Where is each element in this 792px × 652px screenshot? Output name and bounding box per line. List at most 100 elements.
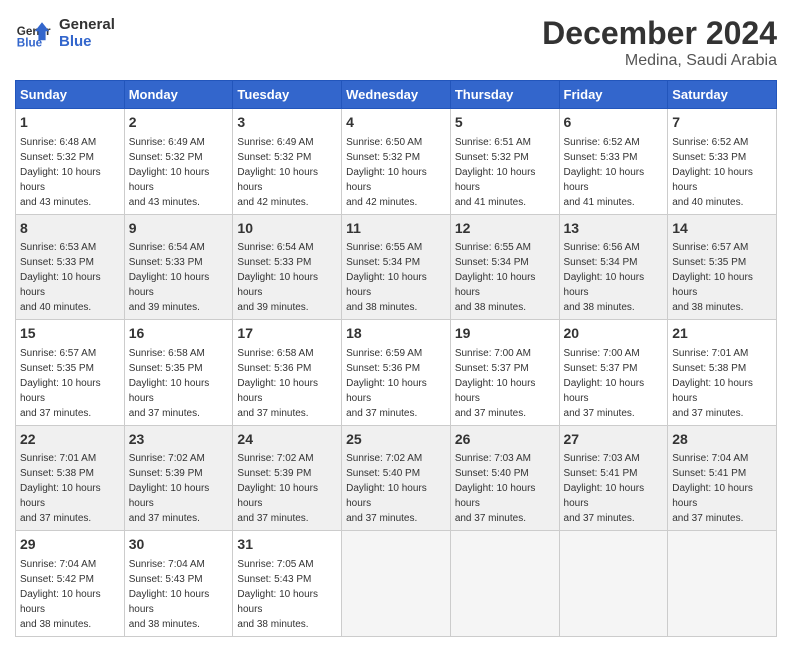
cell-info: Sunrise: 6:54 AMSunset: 5:33 PMDaylight:… [237, 242, 318, 313]
cell-info: Sunrise: 6:50 AMSunset: 5:32 PMDaylight:… [346, 137, 427, 208]
calendar-cell: 23 Sunrise: 7:02 AMSunset: 5:39 PMDayligh… [124, 425, 233, 531]
cell-info: Sunrise: 6:48 AMSunset: 5:32 PMDaylight:… [20, 137, 101, 208]
day-number: 4 [346, 113, 446, 133]
logo-icon: General Blue [15, 15, 51, 51]
calendar-cell: 6 Sunrise: 6:52 AMSunset: 5:33 PMDaylight… [559, 109, 668, 215]
day-number: 19 [455, 324, 555, 344]
calendar-week-row: 22 Sunrise: 7:01 AMSunset: 5:38 PMDayligh… [16, 425, 777, 531]
calendar-cell [668, 531, 777, 637]
day-number: 8 [20, 219, 120, 239]
calendar-cell: 16 Sunrise: 6:58 AMSunset: 5:35 PMDayligh… [124, 320, 233, 426]
calendar-cell: 1Sunrise: 6:48 AMSunset: 5:32 PMDaylight… [16, 109, 125, 215]
calendar-cell: 3Sunrise: 6:49 AMSunset: 5:32 PMDaylight… [233, 109, 342, 215]
calendar-cell: 5Sunrise: 6:51 AMSunset: 5:32 PMDaylight… [450, 109, 559, 215]
calendar-cell: 10 Sunrise: 6:54 AMSunset: 5:33 PMDayligh… [233, 214, 342, 320]
cell-info: Sunrise: 6:55 AMSunset: 5:34 PMDaylight:… [455, 242, 536, 313]
calendar-week-row: 8 Sunrise: 6:53 AMSunset: 5:33 PMDaylight… [16, 214, 777, 320]
cell-info: Sunrise: 6:52 AMSunset: 5:33 PMDaylight:… [564, 137, 645, 208]
weekday-header-monday: Monday [124, 81, 233, 109]
logo: General Blue General Blue [15, 15, 115, 51]
calendar-cell: 2 Sunrise: 6:49 AMSunset: 5:32 PMDaylight… [124, 109, 233, 215]
cell-info: Sunrise: 7:00 AMSunset: 5:37 PMDaylight:… [564, 348, 645, 419]
calendar-cell: 19Sunrise: 7:00 AMSunset: 5:37 PMDayligh… [450, 320, 559, 426]
day-number: 16 [129, 324, 229, 344]
calendar-cell: 30Sunrise: 7:04 AMSunset: 5:43 PMDayligh… [124, 531, 233, 637]
weekday-header-tuesday: Tuesday [233, 81, 342, 109]
calendar-cell [559, 531, 668, 637]
cell-info: Sunrise: 6:58 AMSunset: 5:36 PMDaylight:… [237, 348, 318, 419]
weekday-header-thursday: Thursday [450, 81, 559, 109]
logo-general: General [59, 16, 115, 33]
cell-info: Sunrise: 6:59 AMSunset: 5:36 PMDaylight:… [346, 348, 427, 419]
calendar-cell: 9 Sunrise: 6:54 AMSunset: 5:33 PMDaylight… [124, 214, 233, 320]
calendar-cell: 12 Sunrise: 6:55 AMSunset: 5:34 PMDayligh… [450, 214, 559, 320]
calendar-cell [450, 531, 559, 637]
calendar-cell: 18 Sunrise: 6:59 AMSunset: 5:36 PMDayligh… [342, 320, 451, 426]
calendar-cell: 7 Sunrise: 6:52 AMSunset: 5:33 PMDaylight… [668, 109, 777, 215]
calendar-cell: 26Sunrise: 7:03 AMSunset: 5:40 PMDayligh… [450, 425, 559, 531]
calendar-cell: 21Sunrise: 7:01 AMSunset: 5:38 PMDayligh… [668, 320, 777, 426]
page-header: General Blue General Blue December 2024 … [15, 15, 777, 70]
day-number: 26 [455, 430, 555, 450]
calendar-cell: 29Sunrise: 7:04 AMSunset: 5:42 PMDayligh… [16, 531, 125, 637]
weekday-header-friday: Friday [559, 81, 668, 109]
day-number: 25 [346, 430, 446, 450]
calendar-cell: 22 Sunrise: 7:01 AMSunset: 5:38 PMDayligh… [16, 425, 125, 531]
cell-info: Sunrise: 6:57 AMSunset: 5:35 PMDaylight:… [672, 242, 753, 313]
cell-info: Sunrise: 6:58 AMSunset: 5:35 PMDaylight:… [129, 348, 210, 419]
cell-info: Sunrise: 6:53 AMSunset: 5:33 PMDaylight:… [20, 242, 101, 313]
day-number: 3 [237, 113, 337, 133]
day-number: 10 [237, 219, 337, 239]
calendar-cell: 14 Sunrise: 6:57 AMSunset: 5:35 PMDayligh… [668, 214, 777, 320]
day-number: 22 [20, 430, 120, 450]
day-number: 11 [346, 219, 446, 239]
day-number: 15 [20, 324, 120, 344]
cell-info: Sunrise: 6:52 AMSunset: 5:33 PMDaylight:… [672, 137, 753, 208]
title-section: December 2024 Medina, Saudi Arabia [542, 15, 777, 70]
location-title: Medina, Saudi Arabia [542, 52, 777, 70]
cell-info: Sunrise: 7:03 AMSunset: 5:41 PMDaylight:… [564, 453, 645, 524]
day-number: 14 [672, 219, 772, 239]
day-number: 24 [237, 430, 337, 450]
cell-info: Sunrise: 7:04 AMSunset: 5:41 PMDaylight:… [672, 453, 753, 524]
day-number: 29 [20, 535, 120, 555]
calendar-cell: 24 Sunrise: 7:02 AMSunset: 5:39 PMDayligh… [233, 425, 342, 531]
day-number: 12 [455, 219, 555, 239]
day-number: 23 [129, 430, 229, 450]
calendar-cell: 15 Sunrise: 6:57 AMSunset: 5:35 PMDayligh… [16, 320, 125, 426]
calendar-cell: 25 Sunrise: 7:02 AMSunset: 5:40 PMDayligh… [342, 425, 451, 531]
cell-info: Sunrise: 6:49 AMSunset: 5:32 PMDaylight:… [129, 137, 210, 208]
day-number: 2 [129, 113, 229, 133]
day-number: 21 [672, 324, 772, 344]
calendar-cell: 28Sunrise: 7:04 AMSunset: 5:41 PMDayligh… [668, 425, 777, 531]
cell-info: Sunrise: 6:56 AMSunset: 5:34 PMDaylight:… [564, 242, 645, 313]
cell-info: Sunrise: 7:02 AMSunset: 5:39 PMDaylight:… [237, 453, 318, 524]
cell-info: Sunrise: 6:54 AMSunset: 5:33 PMDaylight:… [129, 242, 210, 313]
day-number: 5 [455, 113, 555, 133]
weekday-header-row: SundayMondayTuesdayWednesdayThursdayFrid… [16, 81, 777, 109]
cell-info: Sunrise: 7:02 AMSunset: 5:40 PMDaylight:… [346, 453, 427, 524]
weekday-header-saturday: Saturday [668, 81, 777, 109]
calendar-cell: 4 Sunrise: 6:50 AMSunset: 5:32 PMDaylight… [342, 109, 451, 215]
calendar-cell: 11 Sunrise: 6:55 AMSunset: 5:34 PMDayligh… [342, 214, 451, 320]
day-number: 17 [237, 324, 337, 344]
calendar-cell [342, 531, 451, 637]
weekday-header-sunday: Sunday [16, 81, 125, 109]
calendar-cell: 8 Sunrise: 6:53 AMSunset: 5:33 PMDaylight… [16, 214, 125, 320]
day-number: 18 [346, 324, 446, 344]
cell-info: Sunrise: 6:57 AMSunset: 5:35 PMDaylight:… [20, 348, 101, 419]
calendar-week-row: 15 Sunrise: 6:57 AMSunset: 5:35 PMDayligh… [16, 320, 777, 426]
day-number: 7 [672, 113, 772, 133]
day-number: 6 [564, 113, 664, 133]
day-number: 27 [564, 430, 664, 450]
calendar-week-row: 1Sunrise: 6:48 AMSunset: 5:32 PMDaylight… [16, 109, 777, 215]
logo-blue: Blue [59, 33, 115, 50]
cell-info: Sunrise: 7:05 AMSunset: 5:43 PMDaylight:… [237, 559, 318, 630]
cell-info: Sunrise: 7:04 AMSunset: 5:43 PMDaylight:… [129, 559, 210, 630]
calendar-cell: 31Sunrise: 7:05 AMSunset: 5:43 PMDayligh… [233, 531, 342, 637]
cell-info: Sunrise: 7:01 AMSunset: 5:38 PMDaylight:… [20, 453, 101, 524]
day-number: 20 [564, 324, 664, 344]
day-number: 9 [129, 219, 229, 239]
cell-info: Sunrise: 6:55 AMSunset: 5:34 PMDaylight:… [346, 242, 427, 313]
cell-info: Sunrise: 7:02 AMSunset: 5:39 PMDaylight:… [129, 453, 210, 524]
